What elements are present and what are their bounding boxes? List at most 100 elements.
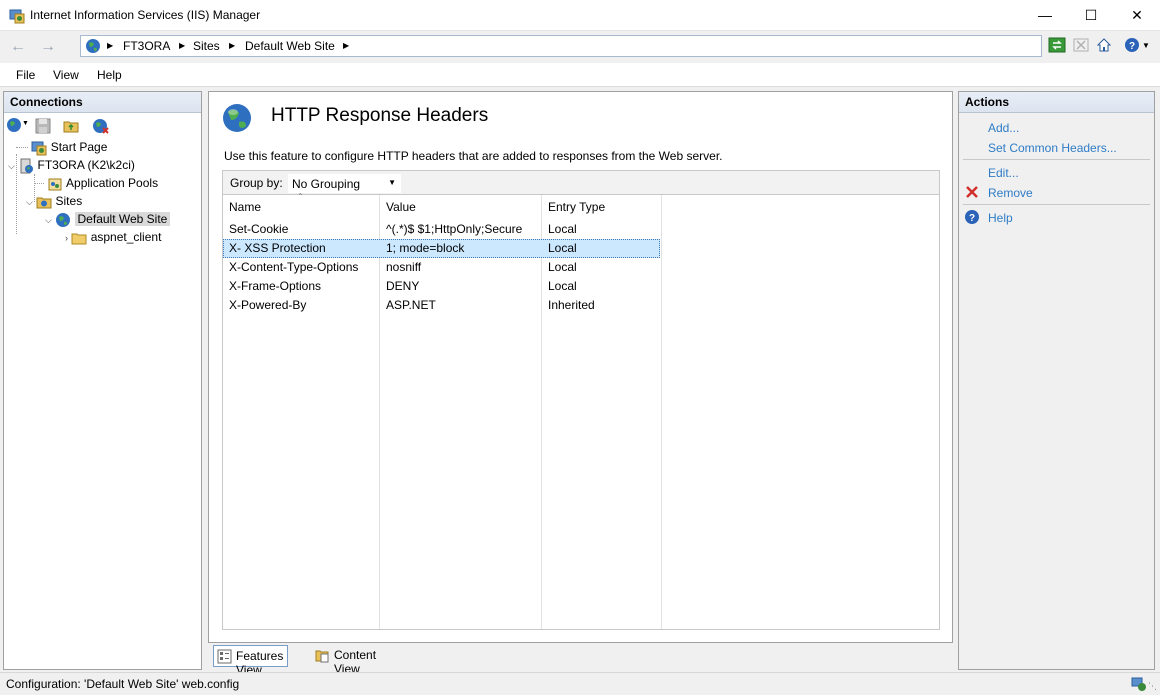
group-by-label: Group by: xyxy=(230,176,283,190)
resize-grip-icon[interactable]: ⋱ xyxy=(1148,681,1157,692)
tab-content-view[interactable]: Content View xyxy=(312,645,380,676)
remove-action[interactable]: Remove xyxy=(988,186,1033,200)
start-page-icon xyxy=(31,141,47,156)
home-button[interactable] xyxy=(1094,35,1114,55)
status-bar: Configuration: 'Default Web Site' web.co… xyxy=(0,672,1160,695)
connect-dropdown-button[interactable]: ▼ xyxy=(6,117,30,135)
tree-item-server[interactable]: ⌵ FT3ORA (K2\k2ci) xyxy=(8,157,135,174)
breadcrumb-default-web-site[interactable]: Default Web Site xyxy=(245,39,335,53)
globe-icon xyxy=(223,104,251,132)
window-title: Internet Information Services (IIS) Mana… xyxy=(30,8,261,22)
tree-label: aspnet_client xyxy=(90,230,162,244)
title-bar: Internet Information Services (IIS) Mana… xyxy=(0,0,1160,31)
cell-value: nosniff xyxy=(386,260,422,274)
server-icon xyxy=(20,158,34,174)
up-folder-icon[interactable] xyxy=(63,118,79,134)
actions-panel: Actions Add... Set Common Headers... Edi… xyxy=(958,91,1155,670)
save-icon[interactable] xyxy=(35,118,51,134)
cell-entry-type: Inherited xyxy=(548,298,595,312)
iis-app-icon xyxy=(9,9,25,24)
help-action[interactable]: Help xyxy=(988,211,1013,225)
forward-button[interactable]: → xyxy=(36,35,60,59)
tree-item-app-pools[interactable]: Application Pools xyxy=(34,175,158,192)
breadcrumb-separator: ▶ xyxy=(229,41,236,50)
cell-name: X-Powered-By xyxy=(229,298,307,312)
headers-list: Group by: No Grouping ▼ ⌃ Name Value Ent… xyxy=(222,170,940,630)
edit-action[interactable]: Edit... xyxy=(988,166,1019,180)
tree-item-aspnet-client[interactable]: › aspnet_client xyxy=(65,229,161,246)
breadcrumb-server[interactable]: FT3ORA xyxy=(123,39,170,53)
menu-file[interactable]: File xyxy=(16,68,35,82)
breadcrumb-separator: ▶ xyxy=(179,41,186,50)
remove-icon xyxy=(966,186,978,198)
feature-page: HTTP Response Headers Use this feature t… xyxy=(208,91,953,643)
tab-features-view[interactable]: Features View xyxy=(213,645,289,677)
cell-value: DENY xyxy=(386,279,420,293)
tree-label: Sites xyxy=(55,194,83,208)
cell-name: X- XSS Protection xyxy=(229,241,326,255)
breadcrumb-sites[interactable]: Sites xyxy=(193,39,220,53)
table-row[interactable]: X-Content-Type-Options nosniff Local xyxy=(223,258,660,277)
menu-help[interactable]: Help xyxy=(97,68,122,82)
tree-item-sites[interactable]: ⌵ Sites xyxy=(26,193,82,210)
group-by-bar: Group by: No Grouping ▼ xyxy=(223,171,939,195)
chevron-down-icon[interactable]: ⌵ xyxy=(26,197,33,207)
content-view-icon xyxy=(315,650,329,663)
refresh-icon xyxy=(1048,37,1066,53)
stop-icon xyxy=(1073,38,1089,52)
close-button[interactable]: ✕ xyxy=(1114,0,1160,30)
breadcrumb-separator: ▶ xyxy=(343,41,350,50)
table-row-selected[interactable]: X- XSS Protection 1; mode=block Local xyxy=(223,239,660,258)
svg-text:?: ? xyxy=(1129,41,1135,52)
column-header-entry-type[interactable]: Entry Type xyxy=(548,200,605,214)
breadcrumb-separator: ▶ xyxy=(107,41,114,50)
chevron-right-icon[interactable]: › xyxy=(65,233,68,243)
tree-label: Start Page xyxy=(50,140,108,154)
sort-ascending-icon: ⌃ xyxy=(297,192,304,201)
tree-label: FT3ORA (K2\k2ci) xyxy=(37,158,135,172)
table-row[interactable]: Set-Cookie ^(.*)$ $1;HttpOnly;Secure Loc… xyxy=(223,220,660,239)
back-icon: ← xyxy=(10,38,26,55)
table-row[interactable]: X-Powered-By ASP.NET Inherited xyxy=(223,296,660,315)
stop-button[interactable] xyxy=(1071,35,1091,55)
refresh-button[interactable] xyxy=(1047,35,1067,55)
cell-value: ^(.*)$ $1;HttpOnly;Secure xyxy=(386,222,523,236)
actions-header: Actions xyxy=(959,92,1154,113)
cell-entry-type: Local xyxy=(548,241,577,255)
folder-icon xyxy=(71,233,87,245)
cell-name: X-Content-Type-Options xyxy=(229,260,359,274)
table-row[interactable]: X-Frame-Options DENY Local xyxy=(223,277,660,296)
features-view-icon xyxy=(217,649,232,664)
group-by-select[interactable]: No Grouping ▼ xyxy=(287,173,402,194)
tree-label: Default Web Site xyxy=(74,212,171,226)
home-icon xyxy=(1096,38,1112,52)
network-status-icon xyxy=(1131,677,1146,691)
forward-icon: → xyxy=(40,38,56,55)
tree-label: Application Pools xyxy=(66,176,159,190)
globe-icon xyxy=(56,212,71,227)
chevron-down-icon[interactable]: ⌵ xyxy=(45,215,52,225)
menu-view[interactable]: View xyxy=(53,68,79,82)
column-header-value[interactable]: Value xyxy=(386,200,416,214)
globe-icon xyxy=(86,39,100,53)
back-button[interactable]: ← xyxy=(6,35,30,59)
minimize-button[interactable]: — xyxy=(1022,0,1068,30)
connections-header: Connections xyxy=(4,92,201,113)
add-action[interactable]: Add... xyxy=(988,121,1019,135)
sites-folder-icon xyxy=(36,197,52,209)
cell-value: 1; mode=block xyxy=(386,241,465,255)
chevron-down-icon[interactable]: ⌵ xyxy=(8,161,15,171)
address-bar[interactable]: ▶ FT3ORA ▶ Sites ▶ Default Web Site ▶ xyxy=(80,35,1042,57)
column-header-name[interactable]: Name xyxy=(229,200,261,214)
tree-item-start-page[interactable]: Start Page xyxy=(16,139,107,156)
status-text: Configuration: 'Default Web Site' web.co… xyxy=(6,677,240,691)
disconnect-icon[interactable] xyxy=(92,118,110,134)
set-common-headers-action[interactable]: Set Common Headers... xyxy=(988,141,1117,155)
help-dropdown-button[interactable]: ? ▼ xyxy=(1122,35,1152,55)
chevron-down-icon: ▼ xyxy=(388,178,396,187)
app-pools-icon xyxy=(48,178,62,191)
maximize-button[interactable]: ☐ xyxy=(1068,0,1114,30)
help-icon: ? xyxy=(965,210,979,224)
chevron-down-icon: ▼ xyxy=(1142,40,1150,50)
tree-item-default-web-site[interactable]: ⌵ Default Web Site xyxy=(45,211,171,228)
